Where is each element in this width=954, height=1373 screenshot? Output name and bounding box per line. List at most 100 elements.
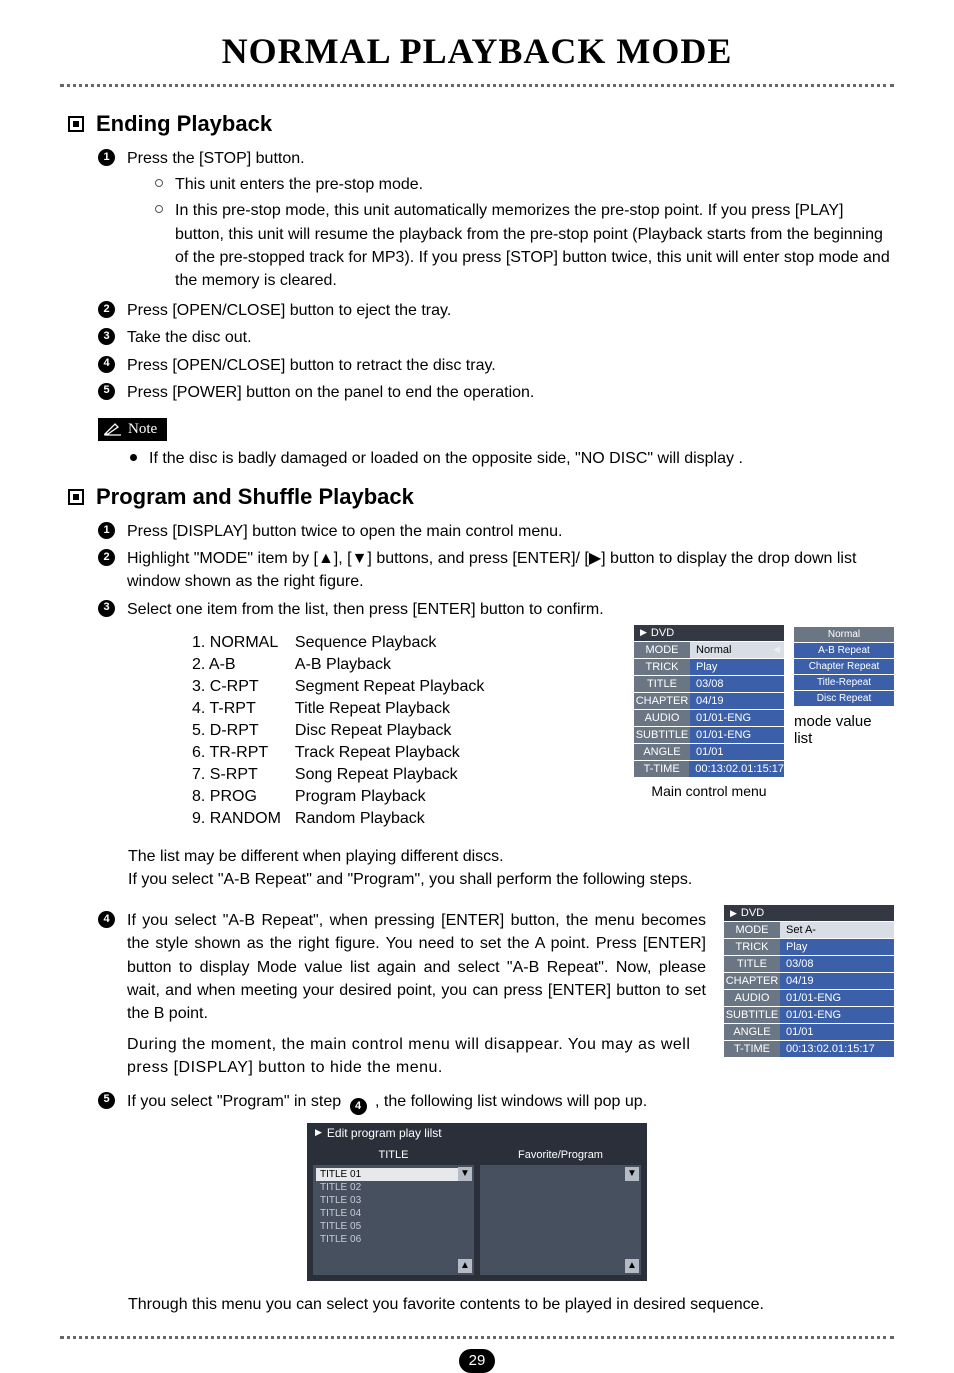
- divider-bottom: [60, 1336, 894, 1339]
- section-bullet-icon: [68, 116, 84, 132]
- scroll-up-icon[interactable]: ▲: [458, 1259, 472, 1273]
- osd-row: T-TIME00:13:02.01:15:17: [634, 760, 784, 777]
- mode-desc: A-B Playback: [295, 655, 496, 675]
- mode-value-item[interactable]: Disc Repeat: [794, 691, 894, 707]
- pen-icon: [104, 422, 122, 436]
- page-number: 29: [459, 1349, 495, 1373]
- osd-label: TITLE: [724, 955, 780, 972]
- mode-desc: Segment Repeat Playback: [295, 677, 496, 697]
- osd-value: Play: [780, 938, 894, 955]
- hollow-bullet-icon: [155, 179, 163, 187]
- mode-value-item[interactable]: Normal: [794, 627, 894, 643]
- step-1: 1 Press [DISPLAY] button twice to open t…: [98, 520, 894, 543]
- mode-value-item[interactable]: Title-Repeat: [794, 675, 894, 691]
- osd-value: 01/01: [690, 743, 784, 760]
- step-4: 4 Press [OPEN/CLOSE] button to retract t…: [98, 354, 894, 377]
- mode-value-item[interactable]: A-B Repeat: [794, 643, 894, 659]
- mode-desc: Song Repeat Playback: [295, 765, 496, 785]
- osd-value: 03/08: [780, 955, 894, 972]
- osd-value: 00:13:02.01:15:17: [780, 1040, 894, 1057]
- osd-label: T-TIME: [634, 760, 689, 777]
- step-3: 3 Take the disc out.: [98, 326, 894, 349]
- osd-value: 01/01-ENG: [780, 1006, 894, 1023]
- program-title-item[interactable]: TITLE 03: [316, 1194, 471, 1207]
- step-2: 2 Press [OPEN/CLOSE] button to eject the…: [98, 299, 894, 322]
- osd-main-control-menu: ▶ DVD MODENormal◀TRICKPlayTITLE03/08CHAP…: [634, 625, 894, 845]
- program-title-item[interactable]: TITLE 04: [316, 1207, 471, 1220]
- step-4: 4 If you select "A-B Repeat", when press…: [98, 909, 706, 1079]
- step-number-icon: 3: [98, 328, 115, 345]
- step-text: Press [OPEN/CLOSE] button to eject the t…: [127, 299, 451, 322]
- step5-pre: If you select "Program" in step: [127, 1093, 346, 1110]
- program-title-item[interactable]: TITLE 05: [316, 1220, 471, 1233]
- osd-header-text: DVD: [741, 907, 764, 919]
- osd-value: 04/19: [780, 972, 894, 989]
- mode-key: 6. TR-RPT: [192, 743, 293, 763]
- step-text: If you select "Program" in step 4 , the …: [127, 1090, 647, 1113]
- program-title-item[interactable]: TITLE 01: [316, 1168, 471, 1181]
- osd-header: ▶ DVD: [724, 905, 894, 921]
- osd-header: ▶ DVD: [634, 625, 784, 641]
- osd-value: 00:13:02.01:15:17: [689, 760, 784, 777]
- osd-value: 01/01: [780, 1023, 894, 1040]
- osd-row: TRICKPlay: [724, 938, 894, 955]
- program-title-item[interactable]: TITLE 06: [316, 1233, 471, 1246]
- mode-row: 5. D-RPTDisc Repeat Playback: [192, 721, 496, 741]
- osd-label: SUBTITLE: [724, 1006, 780, 1023]
- program-favorite-listbox[interactable]: ▼ ▲: [480, 1165, 641, 1275]
- mode-key: 9. RANDOM: [192, 809, 293, 829]
- mode-desc: Random Playback: [295, 809, 496, 829]
- note-text: If the disc is badly damaged or loaded o…: [149, 447, 743, 470]
- scroll-down-icon[interactable]: ▼: [625, 1167, 639, 1181]
- mode-key: 1. NORMAL: [192, 633, 293, 653]
- osd-header-text: DVD: [651, 627, 674, 639]
- step-text: Press [OPEN/CLOSE] button to retract the…: [127, 354, 496, 377]
- note-label: Note: [128, 421, 157, 438]
- mode-row: 3. C-RPTSegment Repeat Playback: [192, 677, 496, 697]
- osd-row: SUBTITLE01/01-ENG: [724, 1006, 894, 1023]
- section-bullet-icon: [68, 489, 84, 505]
- osd-row: TITLE03/08: [724, 955, 894, 972]
- step-text: Highlight "MODE" item by [▲], [▼] button…: [127, 547, 894, 593]
- osd-label: AUDIO: [724, 989, 780, 1006]
- scroll-up-icon[interactable]: ▲: [625, 1259, 639, 1273]
- mode-row: 4. T-RPTTitle Repeat Playback: [192, 699, 496, 719]
- mode-row: 2. A-BA-B Playback: [192, 655, 496, 675]
- paragraph: The list may be different when playing d…: [128, 845, 894, 868]
- step-2: 2 Highlight "MODE" item by [▲], [▼] butt…: [98, 547, 894, 593]
- mode-key: 3. C-RPT: [192, 677, 293, 697]
- osd-label: TRICK: [724, 938, 780, 955]
- mode-row: 1. NORMALSequence Playback: [192, 633, 496, 653]
- mode-row: 8. PROGProgram Playback: [192, 787, 496, 807]
- heading-text: Ending Playback: [96, 111, 272, 137]
- program-editor-title: Edit program play lilst: [327, 1126, 442, 1140]
- mode-key: 8. PROG: [192, 787, 293, 807]
- step-text: Take the disc out.: [127, 326, 252, 349]
- final-line: Through this menu you can select you fav…: [128, 1293, 894, 1316]
- osd-row: T-TIME00:13:02.01:15:17: [724, 1040, 894, 1057]
- program-title-listbox[interactable]: TITLE 01TITLE 02TITLE 03TITLE 04TITLE 05…: [313, 1165, 474, 1275]
- osd-row: SUBTITLE01/01-ENG: [634, 726, 784, 743]
- heading-ending-playback: Ending Playback: [68, 111, 894, 137]
- osd-set-a-menu: ▶ DVD MODESet A-TRICKPlayTITLE03/08CHAPT…: [724, 905, 894, 1083]
- mode-desc: Program Playback: [295, 787, 496, 807]
- sub-text: This unit enters the pre-stop mode.: [175, 173, 423, 196]
- step-number-icon: 2: [98, 549, 115, 566]
- step-number-icon: 1: [98, 149, 115, 166]
- step-text: Press the [STOP] button.: [127, 147, 894, 170]
- mode-value-item[interactable]: Chapter Repeat: [794, 659, 894, 675]
- program-title-item[interactable]: TITLE 02: [316, 1181, 471, 1194]
- osd-value: 03/08: [690, 675, 784, 692]
- mode-desc: Disc Repeat Playback: [295, 721, 496, 741]
- osd-label: CHAPTER: [724, 972, 780, 989]
- step-3: 3 Select one item from the list, then pr…: [98, 598, 894, 621]
- hollow-bullet-icon: [155, 205, 163, 213]
- step5-post: , the following list windows will pop up…: [371, 1093, 648, 1110]
- scroll-down-icon[interactable]: ▼: [458, 1167, 472, 1181]
- osd-caption: Main control menu: [634, 783, 784, 799]
- mode-desc: Title Repeat Playback: [295, 699, 496, 719]
- program-editor-window: ▶ Edit program play lilst TITLE TITLE 01…: [307, 1123, 647, 1281]
- note-badge: Note: [98, 418, 167, 441]
- mode-desc: Sequence Playback: [295, 633, 496, 653]
- mode-key: 4. T-RPT: [192, 699, 293, 719]
